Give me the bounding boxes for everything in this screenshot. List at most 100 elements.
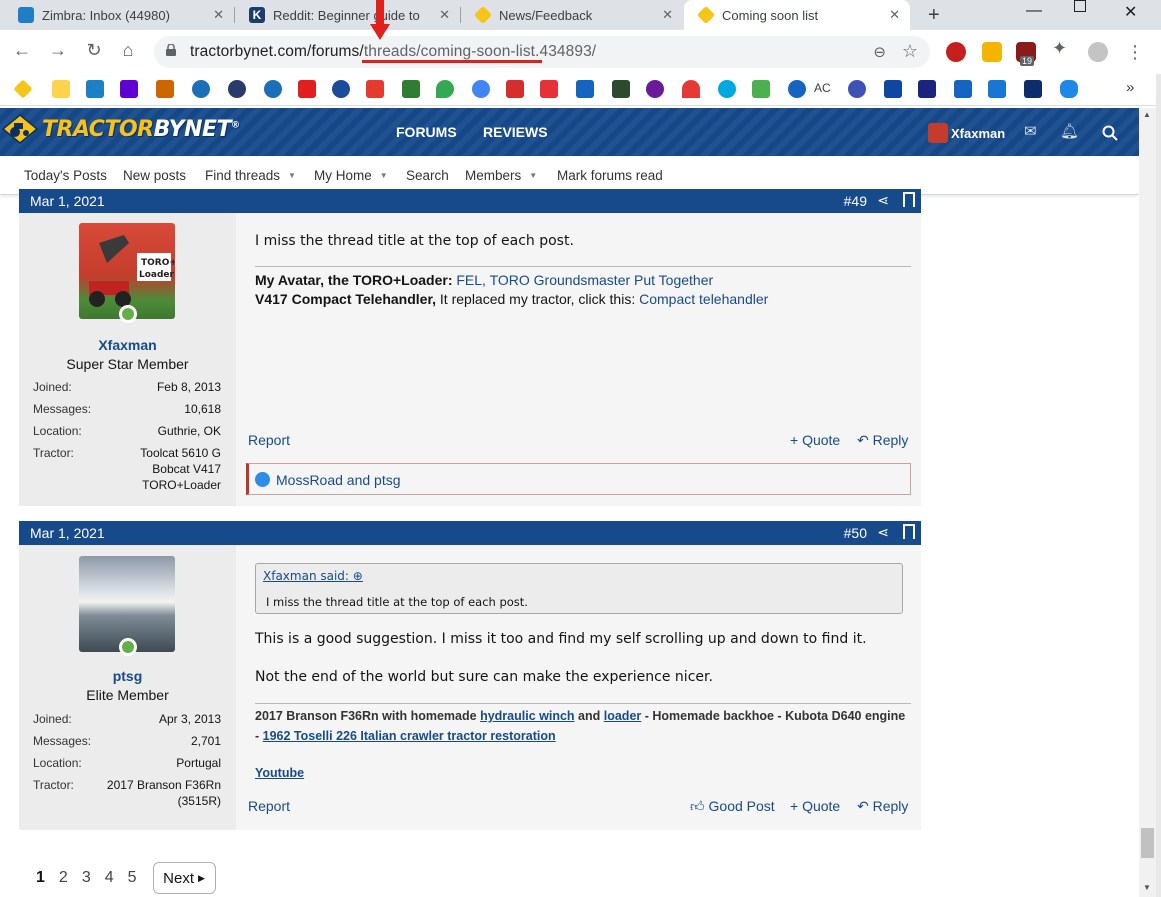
bookmark-cross-icon[interactable] — [954, 80, 972, 98]
page-1[interactable]: 1 — [36, 869, 45, 887]
tab-reddit[interactable]: K Reddit: Beginner guide to ✕ — [235, 0, 460, 30]
close-icon[interactable]: ✕ — [662, 7, 673, 23]
quote-button[interactable]: + Quote — [790, 432, 840, 448]
subnav-todays-posts[interactable]: Today's Posts — [24, 168, 107, 183]
bookmark-google-icon[interactable] — [472, 80, 490, 98]
bell-icon[interactable]: 🔔︎ — [1060, 122, 1079, 140]
post-author[interactable]: Xfaxman — [19, 337, 236, 353]
caret-down-icon[interactable]: ▼ — [380, 171, 388, 180]
bookmark-noaa-icon[interactable] — [192, 80, 210, 98]
reload-icon[interactable]: ↻ — [82, 40, 106, 61]
bookmark-bing-icon[interactable] — [1060, 80, 1078, 98]
nav-forums[interactable]: FORUMS — [396, 124, 457, 140]
search-icon[interactable] — [1102, 125, 1118, 141]
subnav-search[interactable]: Search — [406, 168, 449, 183]
office-ext-icon[interactable] — [982, 42, 1002, 62]
bookmark-noaa-icon[interactable] — [264, 80, 282, 98]
bookmark-zimbra-icon[interactable] — [86, 80, 104, 98]
caret-down-icon[interactable]: ▼ — [529, 171, 537, 180]
bookmark-af-icon[interactable] — [576, 80, 594, 98]
site-logo[interactable]: TRACTORBYNET® — [2, 114, 240, 144]
post-number[interactable]: #50 — [844, 525, 867, 541]
maximize-icon[interactable] — [1074, 0, 1086, 12]
bookmark-wa-icon[interactable] — [366, 80, 384, 98]
bookmark-peace-icon[interactable] — [646, 80, 664, 98]
puzzle-extensions-icon[interactable]: ✦ — [1052, 38, 1072, 58]
tab-coming-soon[interactable]: Coming soon list ✕ — [684, 0, 910, 30]
sig-youtube-link[interactable]: Youtube — [255, 766, 304, 780]
page-scrollbar[interactable]: ▲ ▼ — [1139, 108, 1156, 897]
next-page-button[interactable]: Next ▶ — [152, 862, 216, 894]
close-icon[interactable]: ✕ — [889, 7, 900, 23]
minimize-icon[interactable]: — — [1026, 2, 1042, 20]
subnav-new-posts[interactable]: New posts — [123, 168, 186, 183]
caret-down-icon[interactable]: ▼ — [288, 171, 296, 180]
bookmark-star-icon[interactable]: ☆ — [902, 41, 918, 62]
nav-reviews[interactable]: REVIEWS — [483, 124, 548, 140]
close-icon[interactable]: ✕ — [213, 7, 224, 23]
address-bar[interactable]: tractorbynet.com/forums/threads/coming-s… — [154, 36, 930, 68]
page-3[interactable]: 3 — [82, 869, 91, 887]
report-link[interactable]: Report — [248, 432, 290, 448]
bookmark-maps-icon[interactable] — [436, 80, 454, 98]
bookmarks-overflow-icon[interactable]: » — [1126, 79, 1134, 96]
report-link[interactable]: Report — [248, 798, 290, 814]
good-post-button[interactable]: 👍︎ Good Post — [690, 798, 775, 815]
bookmark-icon[interactable] — [903, 192, 915, 213]
tab-zimbra[interactable]: Zimbra: Inbox (44980) ✕ — [4, 0, 234, 30]
bookmark-pro-icon[interactable] — [612, 80, 630, 98]
page-4[interactable]: 4 — [105, 869, 114, 887]
bookmark-gauge-icon[interactable] — [682, 80, 700, 98]
bookmark-globe-icon[interactable] — [228, 80, 246, 98]
tab-news-feedback[interactable]: News/Feedback ✕ — [461, 0, 683, 30]
close-icon[interactable]: ✕ — [439, 7, 450, 23]
profile-avatar-icon[interactable] — [1088, 42, 1108, 62]
share-icon[interactable]: ⋖ — [877, 192, 889, 209]
bookmark-ac-label[interactable]: AC — [814, 81, 831, 95]
page-2[interactable]: 2 — [59, 869, 68, 887]
bookmark-folder-icon[interactable] — [52, 80, 70, 98]
bookmark-tv-icon[interactable] — [506, 80, 524, 98]
quote-author-link[interactable]: Xfaxman said: ⊕ — [263, 569, 363, 583]
bookmark-tractorbynet-icon[interactable] — [13, 79, 33, 99]
bookmark-g-icon[interactable] — [752, 80, 770, 98]
forward-icon[interactable]: → — [46, 40, 70, 61]
inbox-icon[interactable]: ✉ — [1024, 122, 1037, 140]
subnav-mark-read[interactable]: Mark forums read — [557, 168, 663, 183]
bookmark-red-icon[interactable] — [298, 80, 316, 98]
new-tab-button[interactable]: + — [928, 4, 940, 27]
back-icon[interactable]: ← — [10, 40, 34, 61]
subnav-members[interactable]: Members ▼ — [465, 168, 537, 183]
window-close-icon[interactable]: ✕ — [1124, 2, 1137, 22]
sig-toselli-link[interactable]: 1962 Toselli 226 Italian crawler tractor… — [263, 729, 556, 743]
subnav-find-threads[interactable]: Find threads ▼ — [205, 168, 296, 183]
bookmark-chart-icon[interactable] — [402, 80, 420, 98]
post-date[interactable]: Mar 1, 2021 — [30, 193, 105, 209]
bookmark-world-icon[interactable] — [788, 80, 806, 98]
sig-fel-link[interactable]: FEL, TORO Groundsmaster Put Together — [456, 272, 713, 288]
bookmark-icon[interactable] — [903, 524, 915, 545]
bookmark-yahoo-mail-icon[interactable] — [120, 80, 138, 98]
share-icon[interactable]: ⋖ — [877, 524, 889, 541]
reactions-users[interactable]: MossRoad and ptsg — [276, 472, 401, 488]
post-author[interactable]: ptsg — [19, 668, 236, 684]
zoom-icon[interactable]: ⊖ — [873, 43, 886, 61]
sig-winch-link[interactable]: hydraulic winch — [480, 709, 574, 723]
bookmark-ge-icon[interactable] — [988, 80, 1006, 98]
reply-button[interactable]: ↶ Reply — [857, 798, 908, 815]
scroll-down-icon[interactable]: ▼ — [1143, 883, 1151, 892]
sig-telehandler-link[interactable]: Compact telehandler — [639, 291, 768, 307]
reactions-bar[interactable]: MossRoad and ptsg — [246, 463, 911, 495]
bookmark-n-icon[interactable] — [848, 80, 866, 98]
scroll-up-icon[interactable]: ▲ — [1143, 110, 1151, 119]
reply-button[interactable]: ↶ Reply — [857, 432, 908, 449]
post-number[interactable]: #49 — [844, 193, 867, 209]
home-icon[interactable]: ⌂ — [116, 40, 140, 61]
browser-menu-icon[interactable]: ⋮ — [1126, 42, 1144, 63]
quote-button[interactable]: + Quote — [790, 798, 840, 814]
bookmark-wsj-icon[interactable] — [156, 80, 174, 98]
sig-loader-link[interactable]: loader — [604, 709, 642, 723]
post-date[interactable]: Mar 1, 2021 — [30, 525, 105, 541]
page-5[interactable]: 5 — [128, 869, 137, 887]
bookmark-att-icon[interactable] — [718, 80, 736, 98]
